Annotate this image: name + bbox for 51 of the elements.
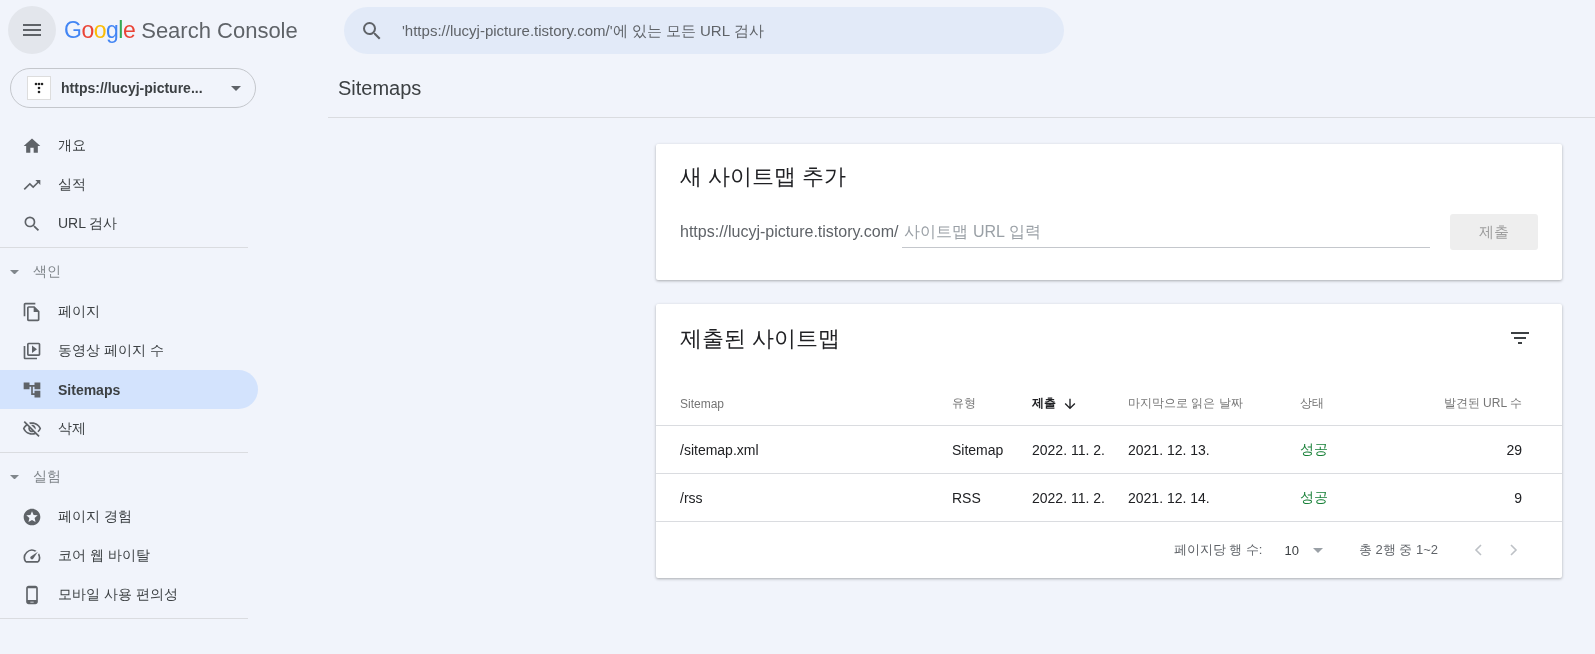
table-cell: Sitemap <box>952 426 1032 474</box>
table-cell: 2021. 12. 14. <box>1128 474 1300 522</box>
pages-icon <box>22 301 42 322</box>
dropdown-caret-icon <box>231 85 241 91</box>
card-title: 새 사이트맵 추가 <box>679 163 848 191</box>
product-name: Search Console <box>141 17 298 44</box>
table-cell: RSS <box>952 474 1032 522</box>
nav-item[interactable]: 개요 <box>0 126 258 165</box>
nav-item[interactable]: 모바일 사용 편의성 <box>0 575 258 614</box>
table-cell: 성공 <box>1300 474 1394 522</box>
chevron-left-icon <box>1474 544 1482 556</box>
nav-item[interactable]: URL 검사 <box>0 204 258 243</box>
search-field[interactable]: 'https://lucyj-picture.tistory.com/'에 있는 모든 URL 검사 <box>344 6 1064 54</box>
nav-section-header[interactable]: 색인 <box>0 252 61 292</box>
table-cell: 2022. 11. 2. <box>1032 426 1128 474</box>
table-cell: 2021. 12. 13. <box>1128 426 1300 474</box>
chevron-right-icon <box>1510 544 1518 556</box>
table-cell: 9 <box>1394 474 1522 522</box>
nav-item[interactable]: 페이지 경험 <box>0 497 258 536</box>
eye-off-icon <box>22 418 42 439</box>
table-cell: 29 <box>1394 426 1522 474</box>
column-header[interactable]: 마지막으로 읽은 날짜 <box>1128 382 1300 426</box>
nav-item[interactable]: 삭제 <box>0 409 258 448</box>
table-cell: 성공 <box>1300 426 1394 474</box>
page-range: 총 2행 중 1~2 <box>1358 541 1438 559</box>
caret-icon <box>1312 547 1323 553</box>
table-cell: /rss <box>656 474 952 522</box>
logo-text: Google <box>64 16 136 44</box>
nav-item[interactable]: Sitemaps <box>0 370 258 409</box>
nav-item[interactable]: 실적 <box>0 165 258 204</box>
column-header[interactable]: 유형 <box>952 382 1032 426</box>
column-header[interactable]: Sitemap <box>656 382 952 426</box>
card-title: 제출된 사이트맵 <box>679 325 842 353</box>
video-icon <box>22 340 42 361</box>
rows-per-page-select[interactable]: 10 <box>1278 541 1329 559</box>
nav-item[interactable]: 코어 웹 바이탈 <box>0 536 258 575</box>
nav-item[interactable]: 페이지 <box>0 292 258 331</box>
column-header[interactable]: 제출 <box>1032 382 1128 426</box>
column-header[interactable]: 상태 <box>1300 382 1394 426</box>
table-cell: 2022. 11. 2. <box>1032 474 1128 522</box>
page-title: Sitemaps <box>338 77 422 100</box>
menu-button[interactable] <box>8 6 56 54</box>
rows-per-page-label: 페이지당 행 수: <box>1173 541 1263 559</box>
caret-icon <box>10 474 19 480</box>
url-prefix: https://lucyj-picture.tistory.com/ <box>680 223 899 241</box>
table-cell: /sitemap.xml <box>656 426 952 474</box>
star-icon <box>22 506 42 527</box>
caret-icon <box>10 269 19 275</box>
nav-item[interactable]: 동영상 페이지 수 <box>0 331 258 370</box>
column-header[interactable]: 발견된 URL 수 <box>1394 382 1522 426</box>
site-favicon-icon <box>27 76 51 100</box>
